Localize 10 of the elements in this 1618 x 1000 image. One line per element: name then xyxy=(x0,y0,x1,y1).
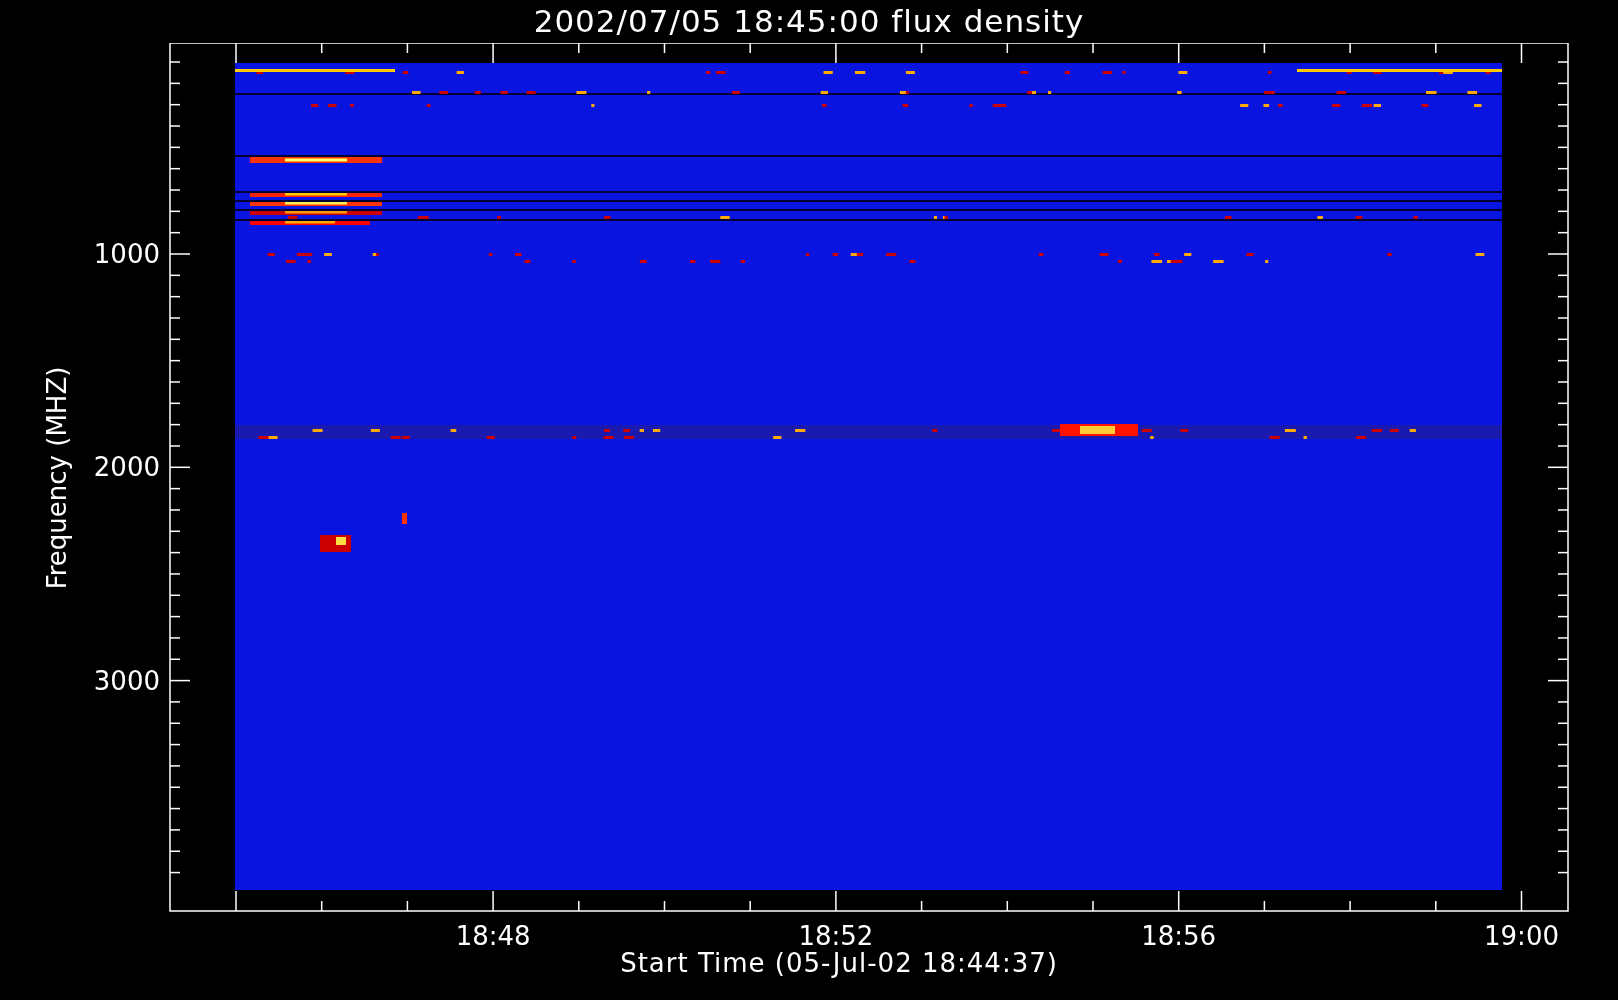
x-axis-label: Start Time (05-Jul-02 18:44:37) xyxy=(620,948,1058,980)
chart-title: 2002/07/05 18:45:00 flux density xyxy=(533,6,1085,37)
y-axis-label: Frequency (MHZ) xyxy=(42,366,72,590)
axis-tick-label: 19:00 xyxy=(1484,921,1559,948)
axis-tick-label: 18:48 xyxy=(455,921,531,948)
axis-tick-label: 3000 xyxy=(93,665,160,696)
axis-tick-label: 18:56 xyxy=(1141,921,1217,948)
axis-tick-label: 1000 xyxy=(93,239,160,269)
axis-tick-label: 2000 xyxy=(93,452,160,483)
axis-tick-label: 18:52 xyxy=(798,921,874,948)
